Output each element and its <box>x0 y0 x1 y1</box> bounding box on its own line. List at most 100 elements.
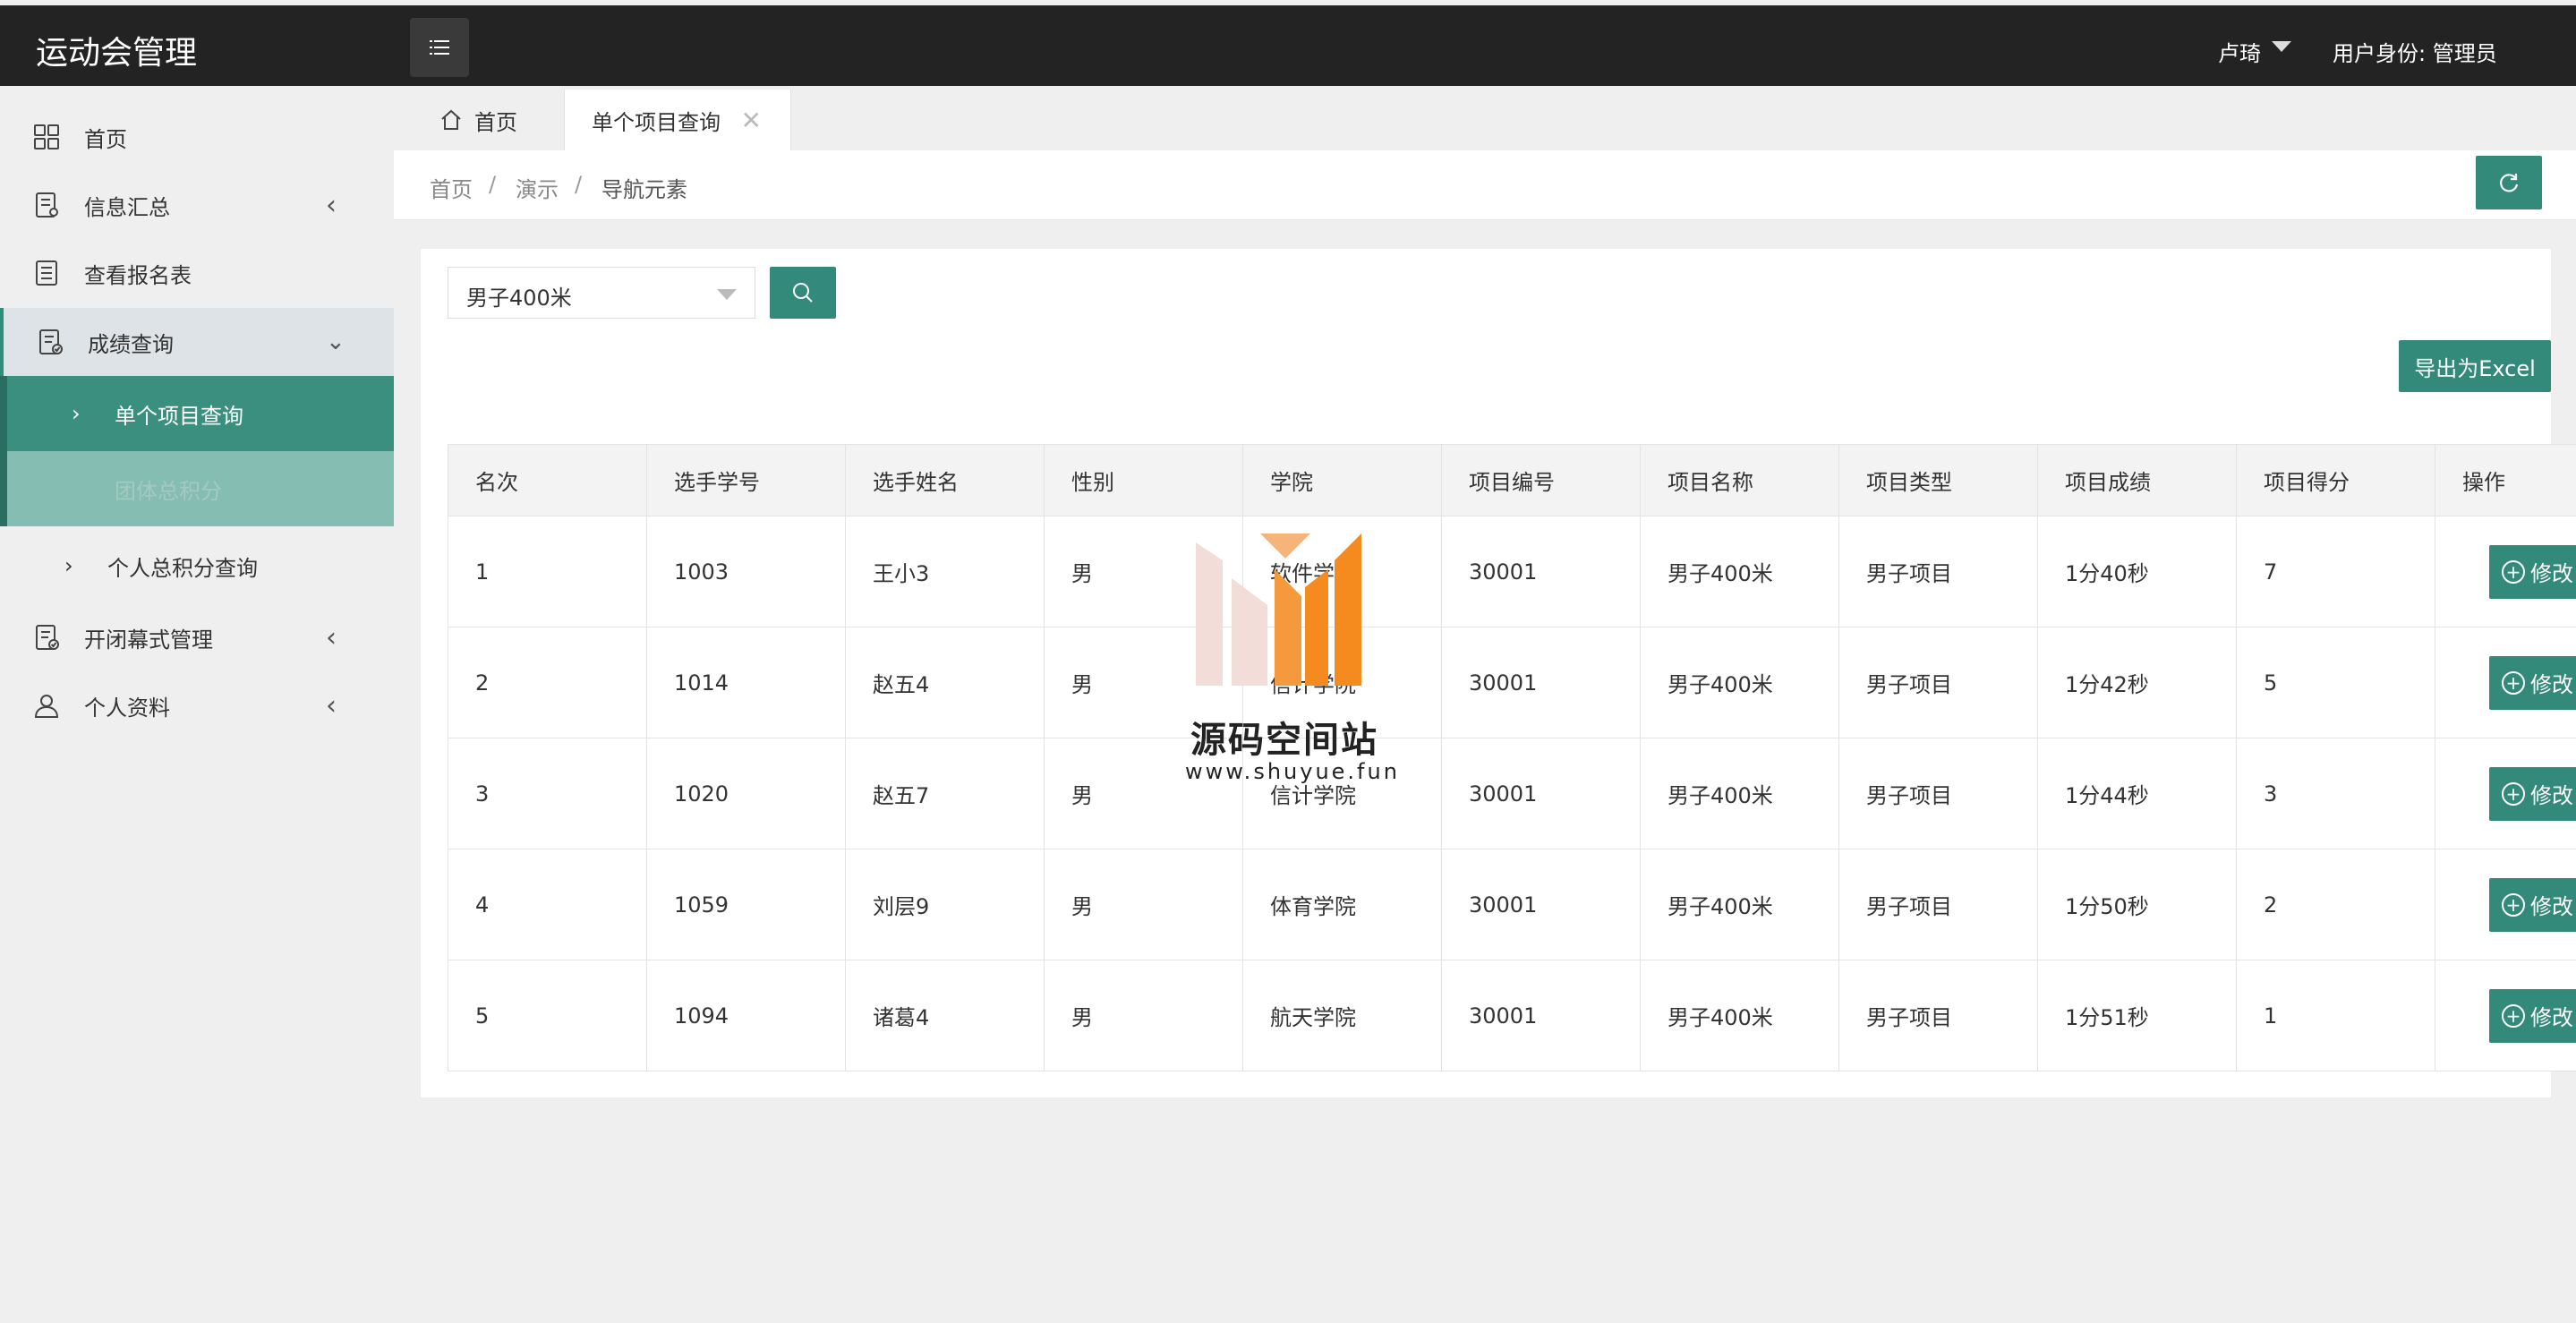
tab-home[interactable]: 首页 <box>421 90 582 150</box>
column-header: 选手姓名 <box>845 444 1045 516</box>
sidebar-item-profile[interactable]: 个人资料 ‹ <box>0 671 394 739</box>
table-cell: 1003 <box>646 516 846 627</box>
column-header: 选手学号 <box>646 444 846 516</box>
watermark-text: 源码空间站 <box>1190 720 1378 761</box>
table-cell: 30001 <box>1441 960 1641 1071</box>
table-header-row: 名次 选手学号 选手姓名 性别 学院 项目编号 项目名称 项目类型 项目成绩 项… <box>448 444 2576 516</box>
table-cell: 航天学院 <box>1242 960 1442 1071</box>
home-icon <box>441 109 461 130</box>
event-select[interactable]: 男子400米 <box>448 267 755 319</box>
user-role: 用户身份: 管理员 <box>2333 41 2497 66</box>
chevron-right-icon: › <box>72 401 81 426</box>
app-title: 运动会管理 <box>36 35 198 72</box>
table-cell: 1分42秒 <box>2037 627 2237 738</box>
breadcrumb-item[interactable]: 首页 <box>430 172 473 203</box>
sidebar-item-label: 成绩查询 <box>88 331 174 357</box>
edit-button[interactable]: + 修改 <box>2489 655 2576 710</box>
sidebar-subitem-personal-total[interactable]: › 个人总积分查询 <box>0 528 394 603</box>
sidebar: 首页 信息汇总 ‹ 查看报名表 成绩查询 ⌄ › 单个项目查询 团体总积分 › … <box>0 86 394 1323</box>
user-icon <box>34 695 59 718</box>
edit-button[interactable]: + 修改 <box>2489 877 2576 932</box>
table-cell: 男子400米 <box>1640 960 1839 1071</box>
table-row: 1 1003 王小3 男软件学院 30001 男子400米 男子项目 1分40秒 7 + 修改 <box>448 516 2576 627</box>
plus-circle-icon: + <box>2502 892 2525 917</box>
table-cell: 5 <box>448 960 647 1071</box>
edit-button-label: 修改 <box>2530 783 2573 808</box>
table-cell: 5 <box>2236 627 2435 738</box>
table-cell: 1分40秒 <box>2037 516 2237 627</box>
document-check-icon <box>36 625 59 650</box>
sidebar-subitem-label: 个人总积分查询 <box>107 555 258 581</box>
sidebar-item-label: 查看报名表 <box>84 262 192 288</box>
table-cell: 1分44秒 <box>2037 738 2237 849</box>
table-cell: 男子项目 <box>1838 960 2038 1071</box>
table-row: 21014赵五4男信计学院30001男子400米男子项目1分42秒5+修改 <box>448 627 2576 738</box>
table-cell-actions: + 修改 <box>2435 627 2576 738</box>
table-cell: 1 <box>448 516 647 627</box>
tab-label: 单个项目查询 <box>592 109 721 135</box>
table-cell: 赵五4 <box>845 627 1045 738</box>
sidebar-item-ceremony[interactable]: 开闭幕式管理 ‹ <box>0 603 394 671</box>
plus-circle-icon: + <box>2502 781 2525 806</box>
edit-button[interactable]: + 修改 <box>2489 988 2576 1043</box>
edit-button[interactable]: + 修改 <box>2489 544 2576 599</box>
tab-single-event[interactable]: 单个项目查询 ✕ <box>564 90 791 150</box>
table-cell: 男子项目 <box>1838 627 2038 738</box>
chevron-down-icon: ⌄ <box>326 329 345 355</box>
table-cell: 男子400米 <box>1640 849 1839 960</box>
table-cell: 男 <box>1044 849 1243 960</box>
table-row: 3 1020 赵五7 男信计学院 30001 男子400米 男子项目 1分44秒 3 + 修改 <box>448 738 2576 849</box>
table-cell: 刘层9 <box>845 849 1045 960</box>
sidebar-item-results[interactable]: 成绩查询 ⌄ <box>0 308 394 376</box>
sidebar-subitem-single-event[interactable]: › 单个项目查询 <box>0 376 394 451</box>
watermark: 源码空间站 www.shuyue.fun <box>1181 533 1397 793</box>
table-cell: 1分50秒 <box>2037 849 2237 960</box>
table-cell-actions: + 修改 <box>2435 738 2576 849</box>
document-check-icon <box>39 329 63 354</box>
caret-down-icon[interactable] <box>2272 41 2291 52</box>
table-cell-actions: + 修改 <box>2435 960 2576 1071</box>
table-cell: 1 <box>2236 960 2435 1071</box>
breadcrumb-item[interactable]: 演示 <box>516 172 559 203</box>
table-cell: 体育学院 <box>1242 849 1442 960</box>
table-row: 4 1059 刘层9 男体育学院 30001 男子400米 男子项目 1分50秒 2 + 修改 <box>448 849 2576 960</box>
table-cell: 1020 <box>646 738 846 849</box>
edit-button-label: 修改 <box>2530 894 2573 919</box>
chevron-left-icon: ‹ <box>326 621 337 653</box>
edit-button[interactable]: + 修改 <box>2489 766 2576 821</box>
edit-button-label: 修改 <box>2530 672 2573 697</box>
search-button[interactable] <box>770 267 836 319</box>
list-icon <box>430 40 449 55</box>
column-header: 学院 <box>1242 444 1442 516</box>
table-cell: 男子项目 <box>1838 516 2038 627</box>
sidebar-item-registration[interactable]: 查看报名表 <box>0 239 394 307</box>
refresh-icon <box>2500 174 2519 192</box>
edit-button-label: 修改 <box>2530 561 2573 586</box>
table-cell: 男子项目 <box>1838 849 2038 960</box>
table-cell: 2 <box>448 627 647 738</box>
table-cell: 1094 <box>646 960 846 1071</box>
plus-circle-icon: + <box>2502 670 2525 695</box>
export-excel-button[interactable]: 导出为Excel <box>2399 340 2551 392</box>
close-icon[interactable]: ✕ <box>741 106 762 135</box>
sidebar-item-home[interactable]: 首页 <box>0 103 394 171</box>
breadcrumb-separator: / <box>575 172 583 197</box>
caret-down-icon <box>717 289 737 300</box>
table-cell: 男子项目 <box>1838 738 2038 849</box>
sidebar-item-label: 开闭幕式管理 <box>84 627 213 653</box>
top-header: 运动会管理 卢琦 用户身份: 管理员 <box>0 5 2576 86</box>
table-cell: 1059 <box>646 849 846 960</box>
search-icon <box>793 283 813 303</box>
chevron-left-icon: ‹ <box>326 689 337 721</box>
column-header: 项目得分 <box>2236 444 2435 516</box>
user-menu[interactable]: 卢琦 <box>2218 36 2261 67</box>
breadcrumb: 首页 / 演示 / 导航元素 <box>394 150 2576 220</box>
table-cell: 诸葛4 <box>845 960 1045 1071</box>
sidebar-subitem-team-total[interactable]: 团体总积分 <box>0 451 394 526</box>
menu-toggle-button[interactable] <box>410 18 469 77</box>
refresh-button[interactable] <box>2476 156 2542 209</box>
grid-icon <box>34 124 59 149</box>
sidebar-item-label: 信息汇总 <box>84 194 170 220</box>
column-header: 项目名称 <box>1640 444 1839 516</box>
sidebar-item-info-summary[interactable]: 信息汇总 ‹ <box>0 171 394 239</box>
